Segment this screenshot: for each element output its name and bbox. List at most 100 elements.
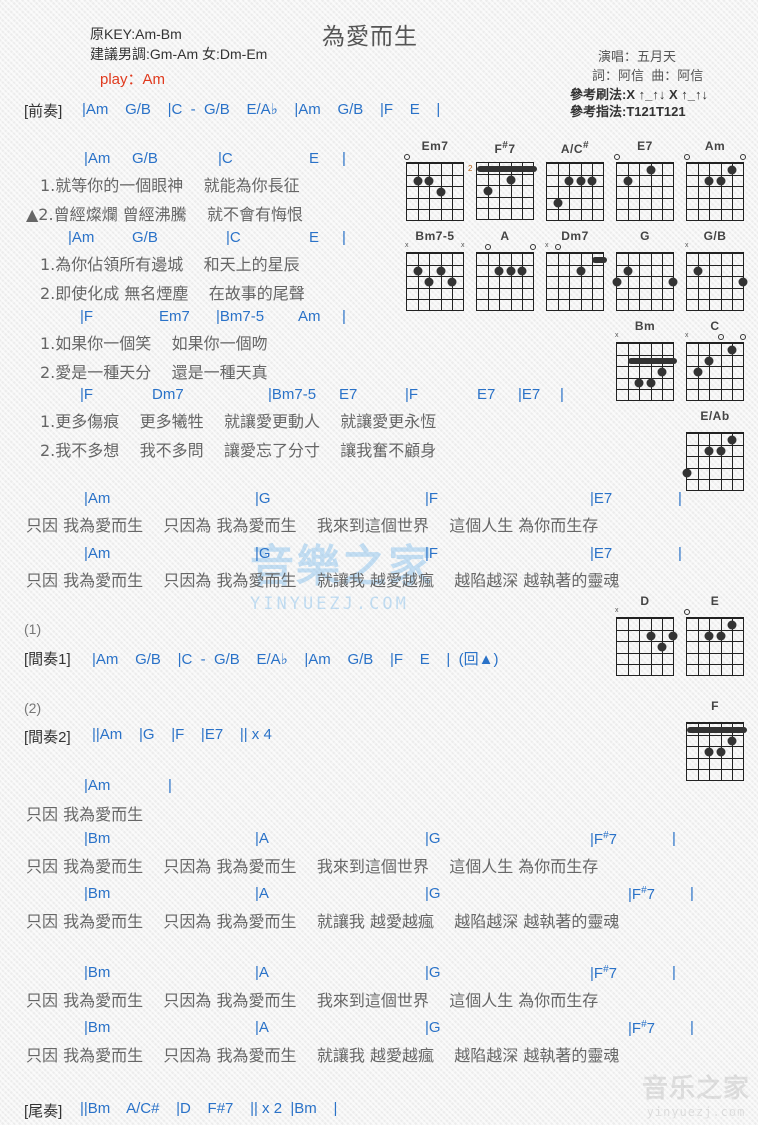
open-muted-markers: x [544, 242, 606, 252]
chord-symbol: |Bm7-5 [216, 308, 265, 325]
muted-string-icon: x [545, 242, 549, 249]
chord-symbol: |G [425, 1019, 441, 1036]
chord-symbol: E7 [339, 386, 358, 403]
chord-sheet: 為愛而生 原KEY:Am-Bm 建議男調:Gm-Am 女:Dm-Em play：… [0, 0, 758, 1125]
chord-diagram-a-c-: A/C# [544, 139, 606, 221]
open-muted-markers [474, 243, 536, 252]
finger-dot [506, 175, 516, 185]
finger-dot [483, 186, 493, 196]
chord-diagram-name: D [640, 594, 650, 608]
barre-marker [477, 165, 537, 172]
fret-number: 2 [468, 163, 473, 173]
barre-marker [687, 726, 747, 733]
chord-symbol: |Am [84, 777, 111, 794]
finger-dot [424, 176, 434, 186]
chord-symbol: | [690, 885, 694, 902]
chord-diagram-bm: Bm x [614, 319, 677, 401]
finger-dot [447, 277, 457, 287]
chord-row: |Bm |A |G |F#7 | [0, 1019, 758, 1039]
interlude1-label: [間奏1] [24, 651, 71, 668]
original-key: 原KEY:Am-Bm [90, 26, 182, 42]
interlude2-chords: ||Am |G |F |E7 || x 4 [92, 726, 272, 743]
open-string-icon [404, 154, 410, 160]
open-muted-markers: xx [404, 242, 466, 252]
open-muted-markers: x [684, 332, 746, 342]
chord-diagram-f: F [684, 699, 747, 781]
open-string-icon [684, 609, 690, 615]
chord-symbol: |G [425, 964, 441, 981]
chord-symbol: |Bm7-5 [268, 386, 317, 403]
chord-symbol: |F [425, 545, 439, 562]
chord-symbol: | [168, 777, 172, 794]
chord-symbol: |F#7 [590, 964, 617, 982]
finger-dot [587, 176, 597, 186]
fretboard-grid [616, 617, 678, 676]
chord-row: |Am | [0, 777, 758, 797]
open-muted-markers [684, 713, 746, 722]
finger-dot [716, 176, 726, 186]
chord-diagram-name: Em7 [421, 139, 449, 153]
finger-dot [668, 631, 678, 641]
chord-symbol: |C [218, 150, 233, 167]
muted-string-icon: x [461, 242, 465, 249]
finger-dot [727, 435, 737, 445]
chord-symbol: |Bm [84, 885, 111, 902]
chord-symbol: |G [425, 885, 441, 902]
chord-diagram-name: E7 [637, 139, 653, 153]
chord-symbol: |Bm [84, 964, 111, 981]
chord-diagram-g-b: G/B x [684, 229, 748, 311]
chord-symbol: | [342, 229, 346, 246]
finger-dot [727, 736, 737, 746]
lyric-line: 只因 我為愛而生 只因為 我為愛而生 我來到這個世界 這個人生 為你而生存 [26, 516, 599, 535]
open-string-icon [555, 244, 562, 250]
chord-symbol: |Bm [84, 830, 111, 847]
finger-dot [693, 367, 703, 377]
finger-dot [704, 747, 714, 757]
chord-diagram-bm7-5: Bm7-5 x x [404, 229, 466, 311]
outro-label: [尾奏] [24, 1103, 63, 1120]
open-muted-markers [474, 153, 536, 162]
chord-diagram-name: G [640, 229, 650, 243]
finger-dot [682, 468, 692, 478]
finger-dot [576, 266, 586, 276]
chord-symbol: |F#7 [590, 830, 617, 848]
finger-dot [704, 631, 714, 641]
finger-dot [413, 266, 423, 276]
finger-dot [716, 631, 726, 641]
fretboard-grid [546, 252, 607, 311]
finger-dot [657, 367, 667, 377]
open-string-icon [614, 154, 620, 160]
chord-diagram-name: Dm7 [561, 229, 589, 243]
fretboard-grid [616, 162, 674, 221]
chord-symbol: |G [255, 545, 271, 562]
chord-symbol: E [309, 229, 320, 246]
chord-symbol: | [560, 386, 564, 403]
chord-symbol: |A [255, 885, 269, 902]
chord-diagram-name: Bm [634, 319, 656, 333]
finger-dot [727, 620, 737, 630]
chord-symbol: Am [298, 308, 321, 325]
chord-diagram-em7: Em7 [404, 139, 466, 221]
finger-dot [668, 277, 678, 287]
muted-string-icon: x [685, 332, 689, 339]
muted-string-icon: x [615, 332, 619, 339]
ending-number-2: (2) [24, 700, 42, 716]
chord-symbol: |Am [84, 150, 111, 167]
open-muted-markers: x [614, 332, 676, 342]
chord-diagram-e7: E7 [614, 139, 676, 221]
intro-chords: |Am G/B |C - G/B E/A♭ |Am G/B |F E | [82, 101, 441, 118]
open-string-icon [485, 244, 492, 250]
fretboard-grid [612, 252, 678, 311]
chord-symbol: |A [255, 1019, 269, 1036]
chord-diagram-name: G/B [703, 229, 727, 243]
chord-symbol: |G [425, 830, 441, 847]
open-muted-markers [684, 423, 746, 432]
fretboard-grid [546, 162, 604, 221]
muted-string-icon: x [615, 607, 619, 614]
chord-diagram-g: G [612, 229, 678, 311]
open-muted-markers [544, 153, 606, 162]
fretboard-grid [686, 722, 747, 781]
fretboard-grid [406, 252, 464, 311]
chord-symbol: |A [255, 830, 269, 847]
chord-symbol: | [672, 964, 676, 981]
